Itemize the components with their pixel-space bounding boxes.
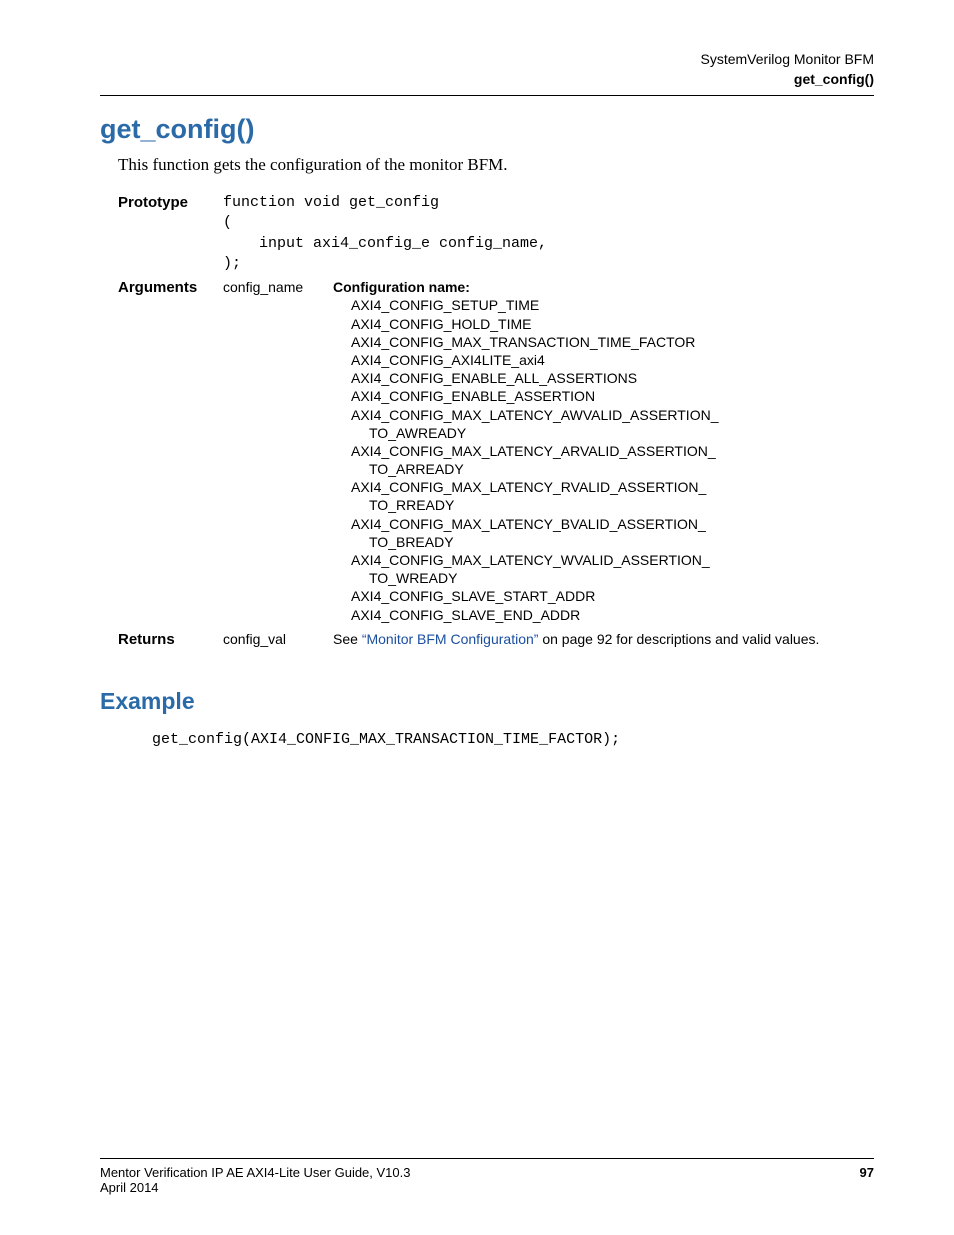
page-header: SystemVerilog Monitor BFM get_config() bbox=[100, 50, 874, 89]
config-item: TO_AWREADY bbox=[333, 424, 874, 442]
returns-text-suffix: on page 92 for descriptions and valid va… bbox=[538, 631, 819, 647]
header-rule bbox=[100, 95, 874, 96]
header-line1: SystemVerilog Monitor BFM bbox=[100, 50, 874, 70]
config-item: TO_RREADY bbox=[333, 496, 874, 514]
config-name-heading: Configuration name: bbox=[333, 278, 874, 296]
config-item: TO_BREADY bbox=[333, 533, 874, 551]
monitor-bfm-config-link[interactable]: “Monitor BFM Configuration” bbox=[362, 631, 539, 647]
config-item: AXI4_CONFIG_SLAVE_START_ADDR bbox=[333, 587, 874, 605]
returns-body: See “Monitor BFM Configuration” on page … bbox=[333, 630, 874, 648]
config-list: AXI4_CONFIG_SETUP_TIMEAXI4_CONFIG_HOLD_T… bbox=[333, 296, 874, 623]
returns-text-prefix: See bbox=[333, 631, 362, 647]
returns-sublabel: config_val bbox=[223, 630, 333, 647]
example-heading: Example bbox=[100, 688, 874, 715]
example-code: get_config(AXI4_CONFIG_MAX_TRANSACTION_T… bbox=[152, 731, 874, 748]
config-item: AXI4_CONFIG_MAX_LATENCY_AWVALID_ASSERTIO… bbox=[333, 406, 874, 424]
header-line2: get_config() bbox=[100, 70, 874, 90]
arguments-sublabel: config_name bbox=[223, 278, 333, 295]
config-item: AXI4_CONFIG_MAX_TRANSACTION_TIME_FACTOR bbox=[333, 333, 874, 351]
config-item: AXI4_CONFIG_MAX_LATENCY_RVALID_ASSERTION… bbox=[333, 478, 874, 496]
page-number: 97 bbox=[860, 1165, 874, 1180]
arguments-body: Configuration name: AXI4_CONFIG_SETUP_TI… bbox=[333, 278, 874, 624]
footer-guide-title: Mentor Verification IP AE AXI4-Lite User… bbox=[100, 1165, 410, 1180]
arguments-label: Arguments bbox=[118, 278, 223, 296]
page-footer: Mentor Verification IP AE AXI4-Lite User… bbox=[100, 1158, 874, 1195]
intro-text: This function gets the configuration of … bbox=[118, 155, 874, 175]
config-item: AXI4_CONFIG_ENABLE_ASSERTION bbox=[333, 387, 874, 405]
config-item: TO_WREADY bbox=[333, 569, 874, 587]
footer-date: April 2014 bbox=[100, 1180, 874, 1195]
footer-rule bbox=[100, 1158, 874, 1159]
config-item: AXI4_CONFIG_MAX_LATENCY_BVALID_ASSERTION… bbox=[333, 515, 874, 533]
config-item: AXI4_CONFIG_MAX_LATENCY_WVALID_ASSERTION… bbox=[333, 551, 874, 569]
config-item: AXI4_CONFIG_SETUP_TIME bbox=[333, 296, 874, 314]
config-item: AXI4_CONFIG_AXI4LITE_axi4 bbox=[333, 351, 874, 369]
page-title: get_config() bbox=[100, 114, 874, 145]
prototype-row: Prototype function void get_config ( inp… bbox=[118, 193, 874, 274]
prototype-label: Prototype bbox=[118, 193, 223, 211]
prototype-code: function void get_config ( input axi4_co… bbox=[223, 193, 547, 274]
config-item: AXI4_CONFIG_ENABLE_ALL_ASSERTIONS bbox=[333, 369, 874, 387]
arguments-row: Arguments config_name Configuration name… bbox=[118, 278, 874, 624]
returns-row: Returns config_val See “Monitor BFM Conf… bbox=[118, 630, 874, 648]
config-item: AXI4_CONFIG_HOLD_TIME bbox=[333, 315, 874, 333]
config-item: AXI4_CONFIG_MAX_LATENCY_ARVALID_ASSERTIO… bbox=[333, 442, 874, 460]
returns-label: Returns bbox=[118, 630, 223, 648]
config-item: AXI4_CONFIG_SLAVE_END_ADDR bbox=[333, 606, 874, 624]
config-item: TO_ARREADY bbox=[333, 460, 874, 478]
